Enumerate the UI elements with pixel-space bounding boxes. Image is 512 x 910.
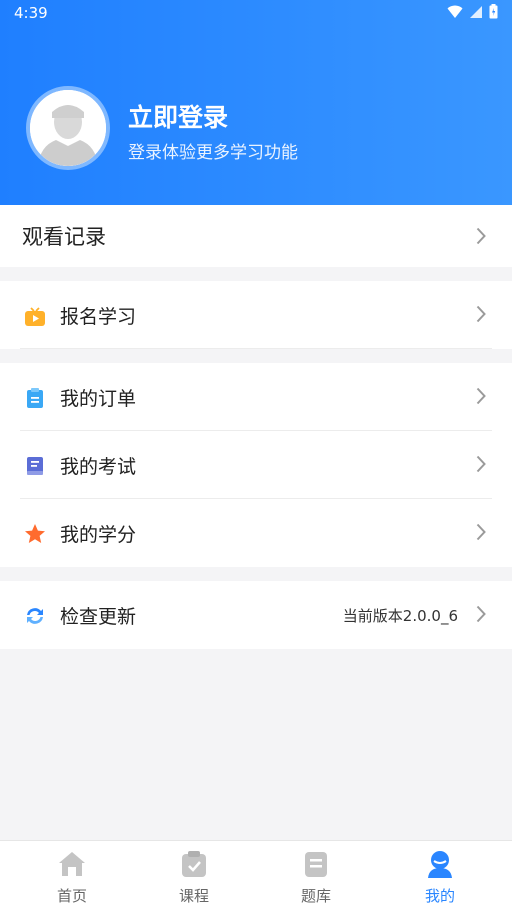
signup-card: 报名学习 xyxy=(0,281,512,349)
signup-row[interactable]: 报名学习 xyxy=(0,281,512,349)
chevron-right-icon xyxy=(476,227,486,245)
book-icon xyxy=(27,457,43,475)
exams-row[interactable]: 我的考试 xyxy=(0,431,512,499)
credits-row[interactable]: 我的学分 xyxy=(0,499,512,567)
signup-label: 报名学习 xyxy=(60,305,137,328)
status-icons xyxy=(447,4,498,19)
watch-history-row[interactable]: 观看记录 xyxy=(0,205,512,267)
update-card: 检查更新 当前版本2.0.0_6 xyxy=(0,581,512,649)
profile-screen: 4:39 立即登录 登录体验更多学习功能 观看记录 报名学习 我的订单 我的考试… xyxy=(0,0,512,910)
refresh-icon xyxy=(27,608,43,624)
tab-mine[interactable]: 我的 xyxy=(376,841,504,910)
chevron-right-icon xyxy=(476,605,486,623)
clipboard-icon xyxy=(27,388,43,408)
user-icon xyxy=(428,851,452,878)
tab-mine-label: 我的 xyxy=(424,887,455,905)
login-subtitle: 登录体验更多学习功能 xyxy=(128,143,298,163)
tab-question-bank-label: 题库 xyxy=(300,887,331,905)
profile-header: 4:39 立即登录 登录体验更多学习功能 xyxy=(0,0,512,205)
default-avatar-icon xyxy=(30,90,106,166)
watch-history-card: 观看记录 xyxy=(0,205,512,267)
chevron-right-icon xyxy=(476,455,486,473)
tab-question-bank[interactable]: 题库 xyxy=(252,841,380,910)
orders-label: 我的订单 xyxy=(60,387,137,410)
check-update-label: 检查更新 xyxy=(60,605,137,628)
tab-course[interactable]: 课程 xyxy=(130,841,258,910)
status-bar: 4:39 xyxy=(0,0,512,26)
question-bank-icon xyxy=(305,852,327,877)
my-activity-card: 我的订单 我的考试 我的学分 xyxy=(0,363,512,567)
star-icon xyxy=(25,524,45,543)
orders-row[interactable]: 我的订单 xyxy=(0,363,512,431)
chevron-right-icon xyxy=(476,523,486,541)
tab-course-label: 课程 xyxy=(178,887,209,905)
watch-history-label: 观看记录 xyxy=(22,225,106,249)
home-icon xyxy=(59,852,85,876)
status-time: 4:39 xyxy=(14,4,48,22)
tv-play-icon xyxy=(25,307,45,326)
tab-home-label: 首页 xyxy=(56,887,87,905)
battery-icon xyxy=(489,4,498,19)
credits-label: 我的学分 xyxy=(60,523,137,546)
login-title[interactable]: 立即登录 xyxy=(128,98,228,134)
check-update-row[interactable]: 检查更新 当前版本2.0.0_6 xyxy=(0,581,512,649)
exams-label: 我的考试 xyxy=(60,455,137,478)
bottom-nav: 首页 课程 题库 我的 xyxy=(0,840,512,910)
tab-home[interactable]: 首页 xyxy=(8,841,136,910)
signal-icon xyxy=(470,5,482,18)
course-icon xyxy=(182,851,206,877)
avatar[interactable] xyxy=(26,86,110,170)
chevron-right-icon xyxy=(476,305,486,323)
row-divider xyxy=(20,348,492,349)
wifi-icon xyxy=(447,5,463,18)
chevron-right-icon xyxy=(476,387,486,405)
version-text: 当前版本2.0.0_6 xyxy=(342,606,458,625)
